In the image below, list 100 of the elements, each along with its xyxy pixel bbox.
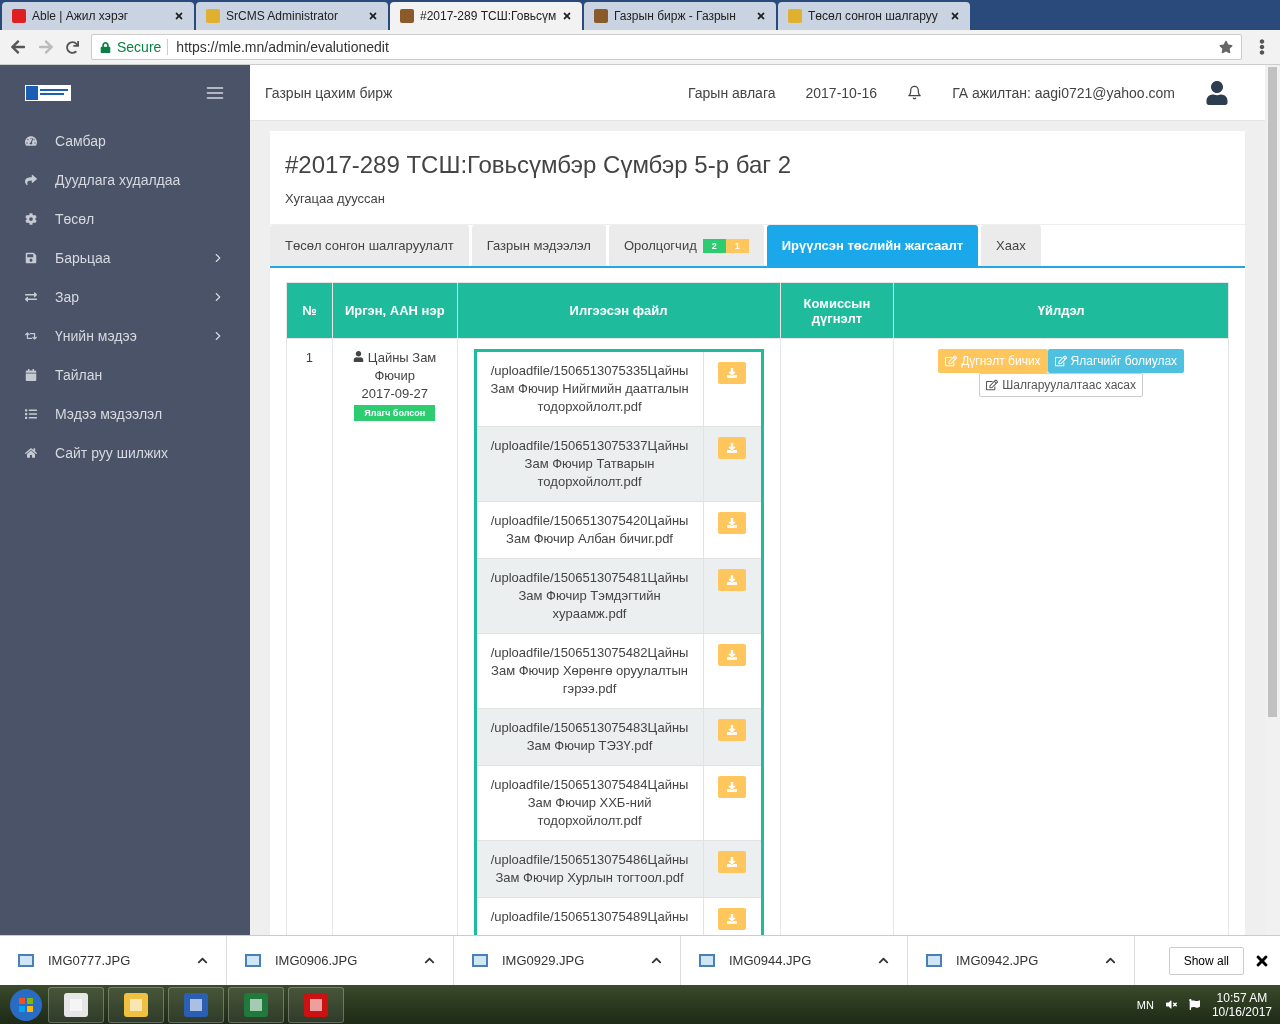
arrows-icon xyxy=(25,290,37,303)
edit-icon xyxy=(986,379,999,391)
date-text: 2017-09-27 xyxy=(360,385,429,403)
taskbar-app-icon[interactable] xyxy=(48,986,104,1023)
image-file-icon xyxy=(472,954,488,967)
download-icon xyxy=(727,725,738,735)
sidebar-item[interactable]: Самбар xyxy=(0,121,250,160)
image-file-icon xyxy=(926,954,942,967)
file-path: /uploadfile/1506513075484Цайны Зам Фючир ХХБ-ний тодорхойлолт.pdf xyxy=(475,765,704,841)
language-indicator[interactable]: MN xyxy=(1136,998,1154,1011)
sidebar-item[interactable]: Мэдээ мэдээлэл xyxy=(0,394,250,433)
tab[interactable]: Газрын мэдээлэл xyxy=(471,225,606,266)
sidebar-item[interactable]: Зар xyxy=(0,277,250,316)
logo-icon xyxy=(25,85,71,101)
file-path: /uploadfile/1506513075483Цайны Зам Фючир ТЭЗҮ.pdf xyxy=(475,708,704,766)
download-icon xyxy=(727,857,738,867)
gear-icon xyxy=(25,212,37,225)
sidebar-item[interactable]: Дуудлага худалдаа xyxy=(0,160,250,199)
column-header: № xyxy=(286,282,333,339)
show-all-button[interactable]: Show all xyxy=(1168,946,1244,975)
close-icon[interactable] xyxy=(756,11,766,21)
status-text: Хугацаа дууссан xyxy=(285,191,386,206)
download-icon xyxy=(727,914,738,924)
file-path: /uploadfile/1506513075482Цайны Зам Фючир Хөрөнгө оруулалтын гэрээ.pdf xyxy=(475,633,704,709)
back-icon[interactable] xyxy=(10,39,26,55)
applicant-name: Цайны Зам Фючир xyxy=(340,349,449,385)
close-icon[interactable] xyxy=(562,11,572,21)
image-file-icon xyxy=(699,954,715,967)
sidebar-item[interactable]: Төсөл xyxy=(0,199,250,238)
file-path: /uploadfile/1506513075420Цайны Зам Фючир Албан бичиг.pdf xyxy=(475,501,704,559)
winner-badge: Ялагч болсон xyxy=(354,405,436,421)
sidebar-item[interactable]: Барьцаа xyxy=(0,238,250,277)
address-bar[interactable]: Secure https://mle.mn/admin/evalutionedit xyxy=(91,34,1242,60)
list-icon xyxy=(25,407,37,420)
user-icon[interactable] xyxy=(1205,80,1229,105)
tab[interactable]: Төсөл сонгон шалгаруулалт xyxy=(270,225,469,266)
close-icon[interactable] xyxy=(950,11,960,21)
download-icon xyxy=(727,518,738,528)
browser-tab[interactable]: Газрын бирж - Газрын xyxy=(584,2,776,30)
chevron-icon[interactable] xyxy=(878,955,889,966)
file-path: /uploadfile/1506513075337Цайны Зам Фючир Татварын тодорхойлолт.pdf xyxy=(475,426,704,502)
download-icon xyxy=(727,368,738,378)
sidebar-item[interactable]: Сайт руу шилжих xyxy=(0,433,250,472)
image-file-icon xyxy=(18,954,34,967)
start-icon[interactable] xyxy=(8,986,44,1023)
taskbar-app-icon[interactable] xyxy=(228,986,284,1023)
close-icon[interactable] xyxy=(174,11,184,21)
site-icon xyxy=(206,9,220,23)
sidebar-item[interactable]: Тайлан xyxy=(0,355,250,394)
person-icon xyxy=(353,351,365,362)
date-text: 2017-10-16 xyxy=(805,84,878,101)
secure-label: Secure xyxy=(117,39,162,55)
download-icon xyxy=(727,443,738,453)
site-icon xyxy=(12,9,26,23)
share-icon xyxy=(25,173,37,186)
browser-tab[interactable]: #2017-289 ТСШ:Говьсүм xyxy=(390,2,582,30)
row-number: 1 xyxy=(286,338,333,935)
edit-icon xyxy=(945,355,958,367)
column-header: Иргэн, ААН нэр xyxy=(332,282,458,339)
lock-icon xyxy=(100,41,111,53)
star-icon[interactable] xyxy=(1219,40,1233,54)
file-path: /uploadfile/1506513075481Цайны Зам Фючир Тэмдэгтийн хураамж.pdf xyxy=(475,558,704,634)
sidebar-item[interactable]: Үнийн мэдээ xyxy=(0,316,250,355)
download-icon xyxy=(727,575,738,585)
chevron-icon[interactable] xyxy=(651,955,662,966)
mute-icon[interactable] xyxy=(1165,999,1177,1010)
gauge-icon xyxy=(25,134,37,147)
browser-tab[interactable]: Able | Ажил хэрэг xyxy=(2,2,194,30)
page-title: #2017-289 ТСШ:Говьсүмбэр Сүмбэр 5-р баг 2 xyxy=(285,151,793,179)
bell-icon[interactable] xyxy=(907,85,923,100)
reload-icon[interactable] xyxy=(66,40,79,54)
image-file-icon xyxy=(245,954,261,967)
close-icon[interactable] xyxy=(368,11,378,21)
site-title: Газрын цахим бирж xyxy=(265,84,394,101)
chevron-icon[interactable] xyxy=(1105,955,1116,966)
browser-tab[interactable]: Төсөл сонгон шалгаруу xyxy=(778,2,970,30)
download-icon xyxy=(727,650,738,660)
tab[interactable]: Хаах xyxy=(981,225,1041,266)
taskbar-app-icon[interactable] xyxy=(108,986,164,1023)
file-path: /uploadfile/1506513075486Цайны Зам Фючир Хурлын тогтоол.pdf xyxy=(475,840,704,898)
url-text: https://mle.mn/admin/evalutionedit xyxy=(167,39,389,55)
column-header: Илгээсэн файл xyxy=(457,282,781,339)
taskbar-app-icon[interactable] xyxy=(288,986,344,1023)
browser-tab[interactable]: SrCMS Administrator xyxy=(196,2,388,30)
chevron-icon[interactable] xyxy=(197,955,208,966)
clock[interactable]: 10:57 AM 10/16/2017 xyxy=(1211,990,1272,1019)
home-icon xyxy=(25,446,37,459)
column-header: Үйлдэл xyxy=(893,282,1229,339)
action-button[interactable]: Шалгаруулалтаас хасах xyxy=(979,373,1143,397)
file-path: /uploadfile/1506513075489Цайны xyxy=(475,897,704,935)
taskbar-app-icon[interactable] xyxy=(168,986,224,1023)
guide-link[interactable]: Гарын авлага xyxy=(688,84,776,101)
count-badge: 1 xyxy=(725,238,749,253)
flag-icon[interactable] xyxy=(1188,999,1200,1010)
count-badge: 2 xyxy=(702,238,726,253)
repeat-icon xyxy=(25,329,37,342)
tab[interactable]: Оролцогчид 2 1 xyxy=(608,225,764,266)
column-header: Комиссын дүгнэлт xyxy=(780,282,894,339)
chevron-icon[interactable] xyxy=(424,955,435,966)
site-icon xyxy=(400,9,414,23)
